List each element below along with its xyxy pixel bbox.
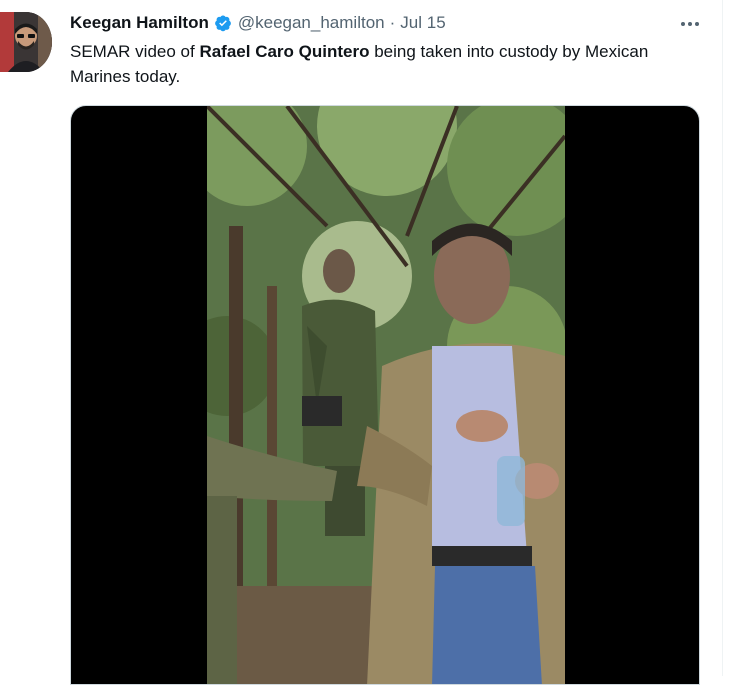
header-separator: ·	[389, 13, 396, 32]
tweet-text-part1: SEMAR video of	[70, 42, 200, 61]
tweet-text-bold-name: Rafael Caro Quintero	[199, 42, 370, 61]
author-handle[interactable]: @keegan_hamilton	[238, 13, 385, 33]
video-still-image	[207, 106, 565, 684]
tweet-text: SEMAR video of Rafael Caro Quintero bein…	[70, 39, 690, 89]
timeline-border	[722, 0, 723, 676]
video-frame	[207, 106, 565, 684]
video-player[interactable]	[70, 105, 700, 685]
verified-badge-icon	[214, 14, 232, 32]
author-name[interactable]: Keegan Hamilton	[70, 13, 209, 33]
more-options-icon[interactable]	[676, 12, 704, 36]
avatar[interactable]	[0, 12, 52, 72]
avatar-image	[0, 12, 52, 72]
tweet-date[interactable]: Jul 15	[400, 13, 445, 33]
tweet-header: Keegan Hamilton @keegan_hamilton · Jul 1…	[70, 12, 446, 34]
